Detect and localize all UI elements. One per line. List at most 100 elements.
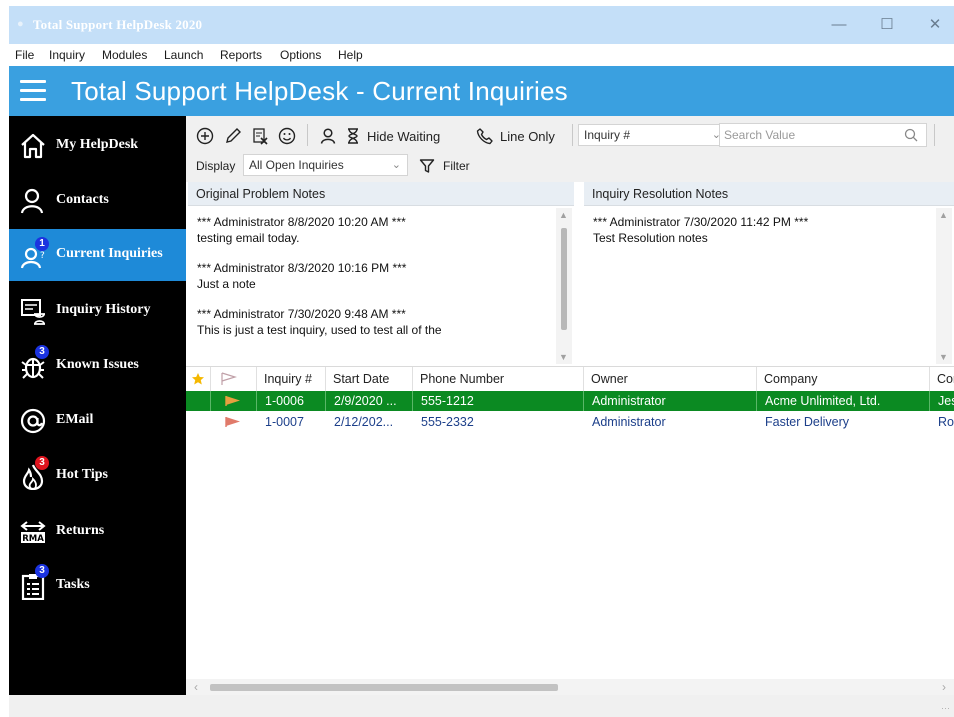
smiley-button[interactable] [278,123,296,149]
sidebar-item-inquiry-history[interactable]: Inquiry History [9,285,186,337]
table-row[interactable]: 1-0006 2/9/2020 ... 555-1212 Administrat… [186,391,954,411]
sidebar-item-hot-tips[interactable]: 3 Hot Tips [9,450,186,502]
pencil-icon [226,128,241,143]
flag-icon [225,396,240,406]
grid-horizontal-scrollbar[interactable]: ‹ › [186,679,954,696]
resolution-notes-panel: Inquiry Resolution Notes *** Administrat… [584,182,954,366]
sidebar-item-returns[interactable]: RMA Returns [9,506,186,558]
page-title: Total Support HelpDesk - Current Inquiri… [71,76,568,106]
main-content: Hide Waiting Line Only Inquiry # ⌄ Displ… [186,116,954,696]
at-icon [20,408,46,434]
toolbar: Hide Waiting Line Only Inquiry # ⌄ Displ… [186,116,954,182]
display-filter-select[interactable]: All Open Inquiries ⌄ [243,154,408,176]
title-bar[interactable]: ● Total Support HelpDesk 2020 — ☐ ✕ [9,6,954,44]
sidebar-item-current-inquiries[interactable]: ? 1 Current Inquiries [9,229,186,281]
smiley-face-icon [278,127,296,145]
star-icon [192,373,204,385]
search-field-value: Inquiry # [584,128,631,142]
close-button[interactable]: ✕ [913,13,954,37]
rma-icon: RMA [20,521,46,544]
sidebar-item-my-helpdesk[interactable]: My HelpDesk [9,120,186,172]
resolution-notes-scrollbar[interactable]: ▲ ▼ [936,208,952,364]
contact-cell: Roa [938,415,954,429]
phone-icon [476,128,493,145]
column-header-inquiry[interactable]: Inquiry # [257,367,326,391]
owner-cell: Administrator [592,415,666,429]
flag-cell[interactable] [211,412,257,432]
toolbar-separator [934,124,935,146]
sidebar-item-contacts[interactable]: Contacts [9,175,186,227]
search-value-box[interactable] [719,123,927,147]
add-inquiry-button[interactable] [196,123,214,149]
scroll-up-icon[interactable]: ▲ [939,210,948,220]
filter-button[interactable]: Filter [419,153,470,179]
history-icon [21,299,45,325]
hamburger-menu-icon[interactable] [20,80,46,102]
menu-file[interactable]: File [15,48,34,62]
note-body: testing email today. [197,231,300,245]
edit-inquiry-button[interactable] [224,123,242,149]
sidebar-item-label: Current Inquiries [56,246,163,261]
start-date-cell: 2/12/202... [334,415,394,429]
app-window: ● Total Support HelpDesk 2020 — ☐ ✕ File… [9,6,954,717]
search-input[interactable] [724,127,894,143]
note-header: *** Administrator 7/30/2020 11:42 PM *** [593,215,809,229]
phone-cell: 555-1212 [413,391,584,411]
scrollbar-thumb[interactable] [210,684,558,691]
chevron-down-icon: ⌄ [391,159,401,171]
sidebar-item-label: Returns [56,523,105,538]
display-label: Display [196,159,236,173]
sidebar-item-label: Tasks [56,577,90,592]
menu-inquiry[interactable]: Inquiry [49,48,85,62]
column-header-flag[interactable] [211,367,257,391]
scroll-down-icon[interactable]: ▼ [939,352,948,362]
resize-grip-icon[interactable]: ⋯ [941,703,950,714]
svg-text:RMA: RMA [22,534,44,544]
column-header-start-date[interactable]: Start Date [326,367,413,391]
scroll-left-icon[interactable]: ‹ [194,680,198,694]
star-cell[interactable] [186,412,211,432]
sidebar-item-tasks[interactable]: 3 Tasks [9,560,186,612]
notification-badge: 1 [35,237,49,251]
scrollbar-thumb[interactable] [561,228,567,330]
menu-options[interactable]: Options [280,48,321,62]
star-cell[interactable] [186,391,211,411]
menu-launch[interactable]: Launch [164,48,203,62]
toolbar-separator [307,124,308,146]
hide-waiting-button[interactable]: Hide Waiting [345,123,440,149]
menu-reports[interactable]: Reports [220,48,262,62]
column-header-contact[interactable]: Con [930,367,954,391]
scroll-up-icon[interactable]: ▲ [559,210,568,220]
flag-icon [225,417,240,427]
table-row[interactable]: 1-0007 2/12/202... 555-2332 Administrato… [186,412,954,432]
person-icon [20,188,44,214]
problem-notes-text[interactable]: *** Administrator 8/8/2020 10:20 AM *** … [197,214,552,362]
column-header-phone[interactable]: Phone Number [413,367,584,391]
problem-notes-scrollbar[interactable]: ▲ ▼ [556,208,572,364]
sidebar-item-label: My HelpDesk [56,137,139,152]
search-field-select[interactable]: Inquiry # ⌄ [578,124,728,146]
page-header: Total Support HelpDesk - Current Inquiri… [9,66,954,116]
person-icon [320,128,336,144]
sidebar-item-email[interactable]: EMail [9,395,186,447]
menu-modules[interactable]: Modules [102,48,147,62]
resolution-notes-title: Inquiry Resolution Notes [592,187,729,201]
minimize-button[interactable]: — [817,13,861,37]
scroll-down-icon[interactable]: ▼ [559,352,568,362]
notification-badge: 3 [35,345,49,359]
company-cell: Acme Unlimited, Ltd. [757,391,930,411]
contact-button[interactable] [319,123,337,149]
inquiries-grid: Inquiry # Start Date Phone Number Owner … [186,366,954,696]
column-header-company[interactable]: Company [757,367,930,391]
flag-cell[interactable] [211,391,257,411]
column-header-owner[interactable]: Owner [584,367,757,391]
sidebar-item-known-issues[interactable]: 3 Known Issues [9,340,186,392]
maximize-button[interactable]: ☐ [865,13,909,37]
column-header-star[interactable] [186,367,211,391]
menu-help[interactable]: Help [338,48,363,62]
line-only-button[interactable]: Line Only [476,123,555,149]
delete-document-icon [253,128,268,145]
resolution-notes-text[interactable]: *** Administrator 7/30/2020 11:42 PM ***… [593,214,932,362]
delete-inquiry-button[interactable] [251,123,269,149]
scroll-right-icon[interactable]: › [942,680,946,694]
